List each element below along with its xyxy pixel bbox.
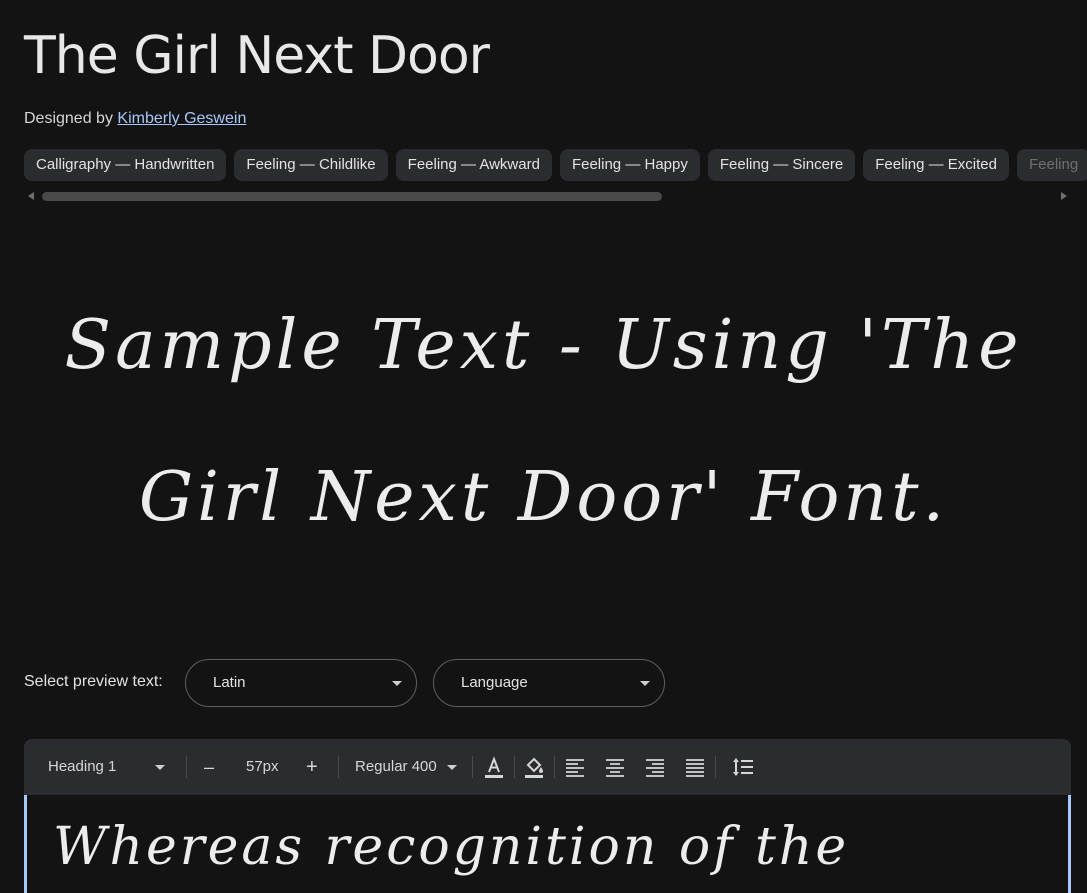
style-select[interactable]: Heading 1: [48, 739, 165, 795]
tag-chip[interactable]: Feeling — Sincere: [707, 149, 856, 181]
script-select[interactable]: Latin: [185, 659, 417, 707]
chevron-down-icon: [446, 764, 457, 770]
designer-link[interactable]: Kimberly Geswein: [117, 110, 246, 127]
align-right-icon[interactable]: [643, 755, 667, 779]
script-select-value: Latin: [213, 674, 246, 691]
increase-size-button[interactable]: +: [306, 739, 318, 795]
line-height-icon[interactable]: [731, 755, 755, 779]
scroll-thumb[interactable]: [42, 192, 662, 201]
tag-chip[interactable]: Feeling — Awkward: [395, 149, 552, 181]
tag-list: Calligraphy — Handwritten Feeling — Child…: [24, 149, 1087, 181]
scroll-left-icon[interactable]: [28, 192, 34, 200]
decrease-size-button[interactable]: –: [204, 739, 214, 795]
font-size-input[interactable]: 57px: [246, 739, 279, 795]
align-justify-icon[interactable]: [683, 755, 707, 779]
tag-chip[interactable]: Feeling — Happy: [559, 149, 700, 181]
sample-line: Sample Text - Using 'The: [64, 306, 1023, 385]
designed-by-label: Designed by: [24, 110, 113, 127]
style-select-value: Heading 1: [48, 758, 117, 775]
toolbar-divider: [338, 756, 339, 778]
designer-line: Designed by Kimberly Geswein: [24, 110, 246, 128]
toolbar-divider: [554, 756, 555, 778]
preview-text-label: Select preview text:: [24, 673, 163, 690]
toolbar-divider: [186, 756, 187, 778]
toolbar-divider: [472, 756, 473, 778]
sample-line: Girl Next Door' Font.: [138, 458, 949, 537]
chevron-down-icon: [392, 681, 402, 686]
weight-select-value: Regular 400: [355, 758, 437, 775]
toolbar-divider: [715, 756, 716, 778]
tag-chip[interactable]: Feeling: [1017, 149, 1087, 181]
chevron-down-icon: [640, 681, 650, 686]
text-color-icon[interactable]: [482, 755, 506, 779]
toolbar-divider: [514, 756, 515, 778]
tag-chip[interactable]: Feeling — Excited: [863, 149, 1009, 181]
font-specimen-page: The Girl Next Door Designed by Kimberly …: [0, 0, 1087, 893]
text-editor[interactable]: Whereas recognition of the: [24, 795, 1071, 893]
sample-text: Sample Text - Using 'The Girl Next Door'…: [40, 270, 1047, 574]
highlight-fill-icon[interactable]: [522, 755, 546, 779]
tags-scrollbar[interactable]: [24, 188, 1071, 204]
align-center-icon[interactable]: [603, 755, 627, 779]
scroll-right-icon[interactable]: [1061, 192, 1067, 200]
page-title: The Girl Next Door: [24, 26, 490, 86]
language-select-value: Language: [461, 674, 528, 691]
editor-text[interactable]: Whereas recognition of the: [53, 817, 849, 877]
language-select[interactable]: Language: [433, 659, 665, 707]
editor-toolbar: Heading 1 – 57px + Regular 400: [24, 739, 1071, 795]
chevron-down-icon: [154, 764, 165, 770]
weight-select[interactable]: Regular 400: [355, 739, 457, 795]
tag-chip[interactable]: Feeling — Childlike: [234, 149, 388, 181]
tag-chip[interactable]: Calligraphy — Handwritten: [24, 149, 227, 181]
align-left-icon[interactable]: [563, 755, 587, 779]
